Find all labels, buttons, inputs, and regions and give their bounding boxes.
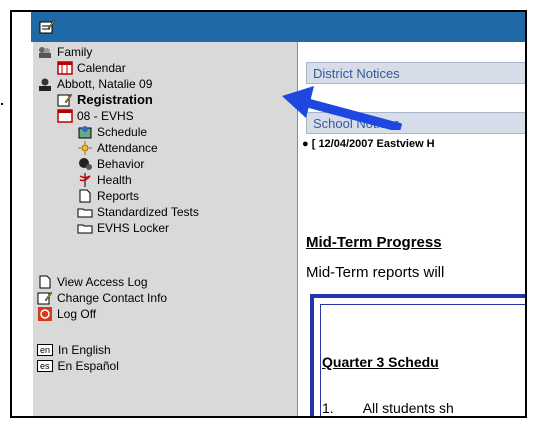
document-icon [39, 275, 51, 289]
sidebar-label: EVHS Locker [97, 221, 170, 235]
screenshot-frame: Family Calendar Abbott, Natalie 09 Regis… [10, 10, 527, 418]
sidebar-item-log-off[interactable]: Log Off [37, 306, 96, 322]
sidebar-item-standardized-tests[interactable]: Standardized Tests [77, 204, 199, 220]
folder-icon [77, 224, 93, 234]
sidebar-label: Behavior [97, 157, 145, 171]
sidebar-item-english[interactable]: en In English [37, 342, 111, 358]
sidebar-item-attendance[interactable]: Attendance [77, 140, 158, 156]
health-icon [79, 173, 91, 187]
document-icon [79, 189, 91, 203]
annotation-arrow-icon [282, 86, 402, 130]
sidebar-label: Registration [77, 92, 153, 107]
bullet-icon: ● [302, 138, 309, 150]
sidebar-label: View Access Log [57, 275, 148, 289]
sidebar-item-reports[interactable]: Reports [77, 188, 139, 204]
list-number: 1. [322, 400, 334, 416]
flag-en-icon: en [37, 344, 54, 356]
flag-es-icon: es [37, 360, 53, 372]
sidebar-nav: Family Calendar Abbott, Natalie 09 Regis… [33, 42, 297, 416]
sidebar-item-behavior[interactable]: Behavior [77, 156, 144, 172]
sidebar-label: 08 - EVHS [77, 109, 134, 123]
sidebar-item-locker[interactable]: EVHS Locker [77, 220, 169, 236]
quarter3-title: Quarter 3 Schedu [322, 354, 439, 370]
edit-notepad-icon [57, 93, 73, 107]
folder-icon [77, 208, 93, 218]
sidebar-label: Change Contact Info [57, 291, 168, 305]
student-icon [39, 78, 51, 91]
sidebar-item-change-contact[interactable]: Change Contact Info [37, 290, 167, 306]
sidebar: Family Calendar Abbott, Natalie 09 Regis… [33, 42, 298, 416]
top-toolbar [31, 12, 525, 42]
family-icon [39, 47, 51, 58]
list-text: All students sh [362, 400, 454, 416]
schedule-icon [78, 126, 92, 139]
sidebar-item-registration[interactable]: Registration [57, 92, 153, 108]
midterm-title: Mid-Term Progress [306, 234, 442, 251]
behavior-icon [79, 158, 92, 170]
sun-icon [78, 141, 92, 155]
edit-notepad-icon[interactable] [39, 19, 55, 35]
notice-item[interactable]: ● [ 12/04/2007 Eastview H [302, 138, 435, 150]
sidebar-item-student[interactable]: Abbott, Natalie 09 [37, 76, 152, 92]
sidebar-label: Log Off [57, 307, 97, 321]
sidebar-item-calendar[interactable]: Calendar [57, 60, 126, 76]
notice-item-text: [ 12/04/2007 Eastview H [311, 138, 435, 150]
sidebar-label: Standardized Tests [97, 205, 199, 219]
sidebar-label: Calendar [77, 61, 126, 75]
sidebar-label: Attendance [97, 141, 158, 155]
sidebar-item-spanish[interactable]: es En Español [37, 358, 119, 374]
sidebar-label: Family [57, 45, 93, 59]
sidebar-item-health[interactable]: Health [77, 172, 132, 188]
sidebar-label: Reports [97, 189, 140, 203]
sidebar-label: Schedule [97, 125, 148, 139]
sidebar-label: Abbott, Natalie 09 [57, 77, 153, 91]
sidebar-label: Health [97, 173, 132, 187]
district-notices-header[interactable]: District Notices [306, 62, 525, 84]
calendar-icon [57, 61, 73, 75]
edit-notepad-icon [37, 291, 53, 305]
annotation-bullet: . [0, 92, 4, 108]
sidebar-item-schedule[interactable]: Schedule [77, 124, 147, 140]
power-icon [38, 307, 52, 321]
midterm-body: Mid-Term reports will [306, 264, 445, 281]
sidebar-item-view-access-log[interactable]: View Access Log [37, 274, 148, 290]
sidebar-item-family[interactable]: Family [37, 44, 92, 60]
sidebar-label: In English [58, 343, 111, 357]
sidebar-item-school[interactable]: 08 - EVHS [57, 108, 134, 124]
calendar-icon [57, 109, 73, 123]
sidebar-label: En Español [57, 359, 119, 373]
quarter3-item-1: 1. All students sh [322, 400, 454, 416]
